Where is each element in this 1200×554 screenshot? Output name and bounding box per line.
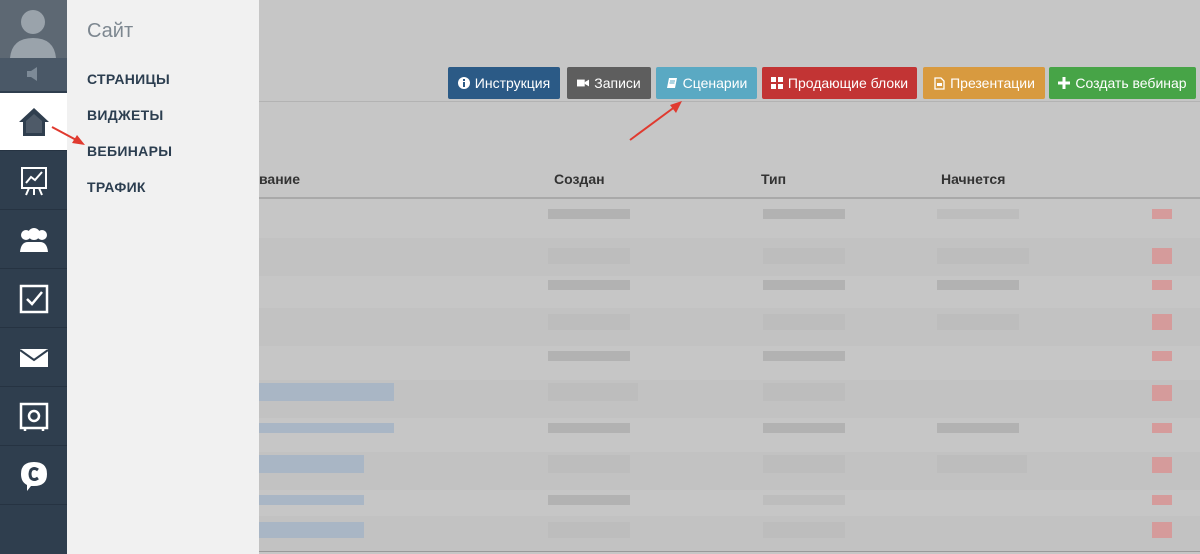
instruction-button-label: Инструкция xyxy=(474,75,551,91)
main-content: Инструкция Записи Сценарии Продающие бло… xyxy=(259,0,1200,554)
menu-link-pages[interactable]: СТРАНИЦЫ xyxy=(87,71,170,87)
menu-link-traffic[interactable]: ТРАФИК xyxy=(87,179,146,195)
create-webinar-button-label: Создать вебинар xyxy=(1075,75,1187,91)
recordings-button-label: Записи xyxy=(594,75,641,91)
scenarios-button[interactable]: Сценарии xyxy=(656,67,757,99)
menu-link-webinars[interactable]: ВЕБИНАРЫ xyxy=(87,143,172,159)
presentations-button[interactable]: Презентации xyxy=(923,67,1045,99)
book-icon xyxy=(666,77,678,89)
plus-icon xyxy=(1058,77,1071,89)
home-icon[interactable] xyxy=(0,93,67,151)
site-menu: Сайт СТРАНИЦЫ ВИДЖЕТЫ ВЕБИНАРЫ ТРАФИК xyxy=(67,0,259,554)
checkbox-icon[interactable] xyxy=(0,270,67,328)
mail-icon[interactable] xyxy=(0,329,67,387)
column-header-created[interactable]: Создан xyxy=(554,171,605,187)
recordings-button[interactable]: Записи xyxy=(567,67,651,99)
avatar-icon[interactable] xyxy=(0,0,67,58)
table-bottom-border xyxy=(259,551,1200,552)
scenarios-button-label: Сценарии xyxy=(682,75,748,91)
table-row[interactable] xyxy=(259,380,1200,418)
column-header-name[interactable]: вание xyxy=(259,171,300,187)
table-row[interactable] xyxy=(259,418,1200,456)
instruction-button[interactable]: Инструкция xyxy=(448,67,560,99)
users-icon[interactable] xyxy=(0,211,67,269)
safe-icon[interactable] xyxy=(0,388,67,446)
toolbar-divider xyxy=(259,101,1200,102)
column-header-type[interactable]: Тип xyxy=(761,171,786,187)
selling-blocks-button[interactable]: Продающие блоки xyxy=(762,67,917,99)
selling-blocks-button-label: Продающие блоки xyxy=(787,75,909,91)
table-row[interactable] xyxy=(259,452,1200,490)
table-row[interactable] xyxy=(259,308,1200,346)
speaker-icon[interactable] xyxy=(0,58,67,91)
column-header-starts[interactable]: Начнется xyxy=(941,171,1005,187)
info-icon xyxy=(457,77,470,89)
video-camera-icon xyxy=(577,77,590,89)
table-row[interactable] xyxy=(259,516,1200,552)
create-webinar-button[interactable]: Создать вебинар xyxy=(1049,67,1196,99)
menu-link-widgets[interactable]: ВИДЖЕТЫ xyxy=(87,107,164,123)
table-row[interactable] xyxy=(259,200,1200,238)
presentations-button-label: Презентации xyxy=(950,75,1035,91)
menu-title: Сайт xyxy=(87,20,134,42)
table-row[interactable] xyxy=(259,346,1200,384)
chat-c-icon[interactable] xyxy=(0,447,67,505)
icon-rail xyxy=(0,0,67,554)
file-icon xyxy=(933,76,945,90)
grid-icon xyxy=(770,77,783,89)
table-row[interactable] xyxy=(259,238,1200,276)
chart-board-icon[interactable] xyxy=(0,152,67,210)
table-header-divider xyxy=(259,197,1200,199)
